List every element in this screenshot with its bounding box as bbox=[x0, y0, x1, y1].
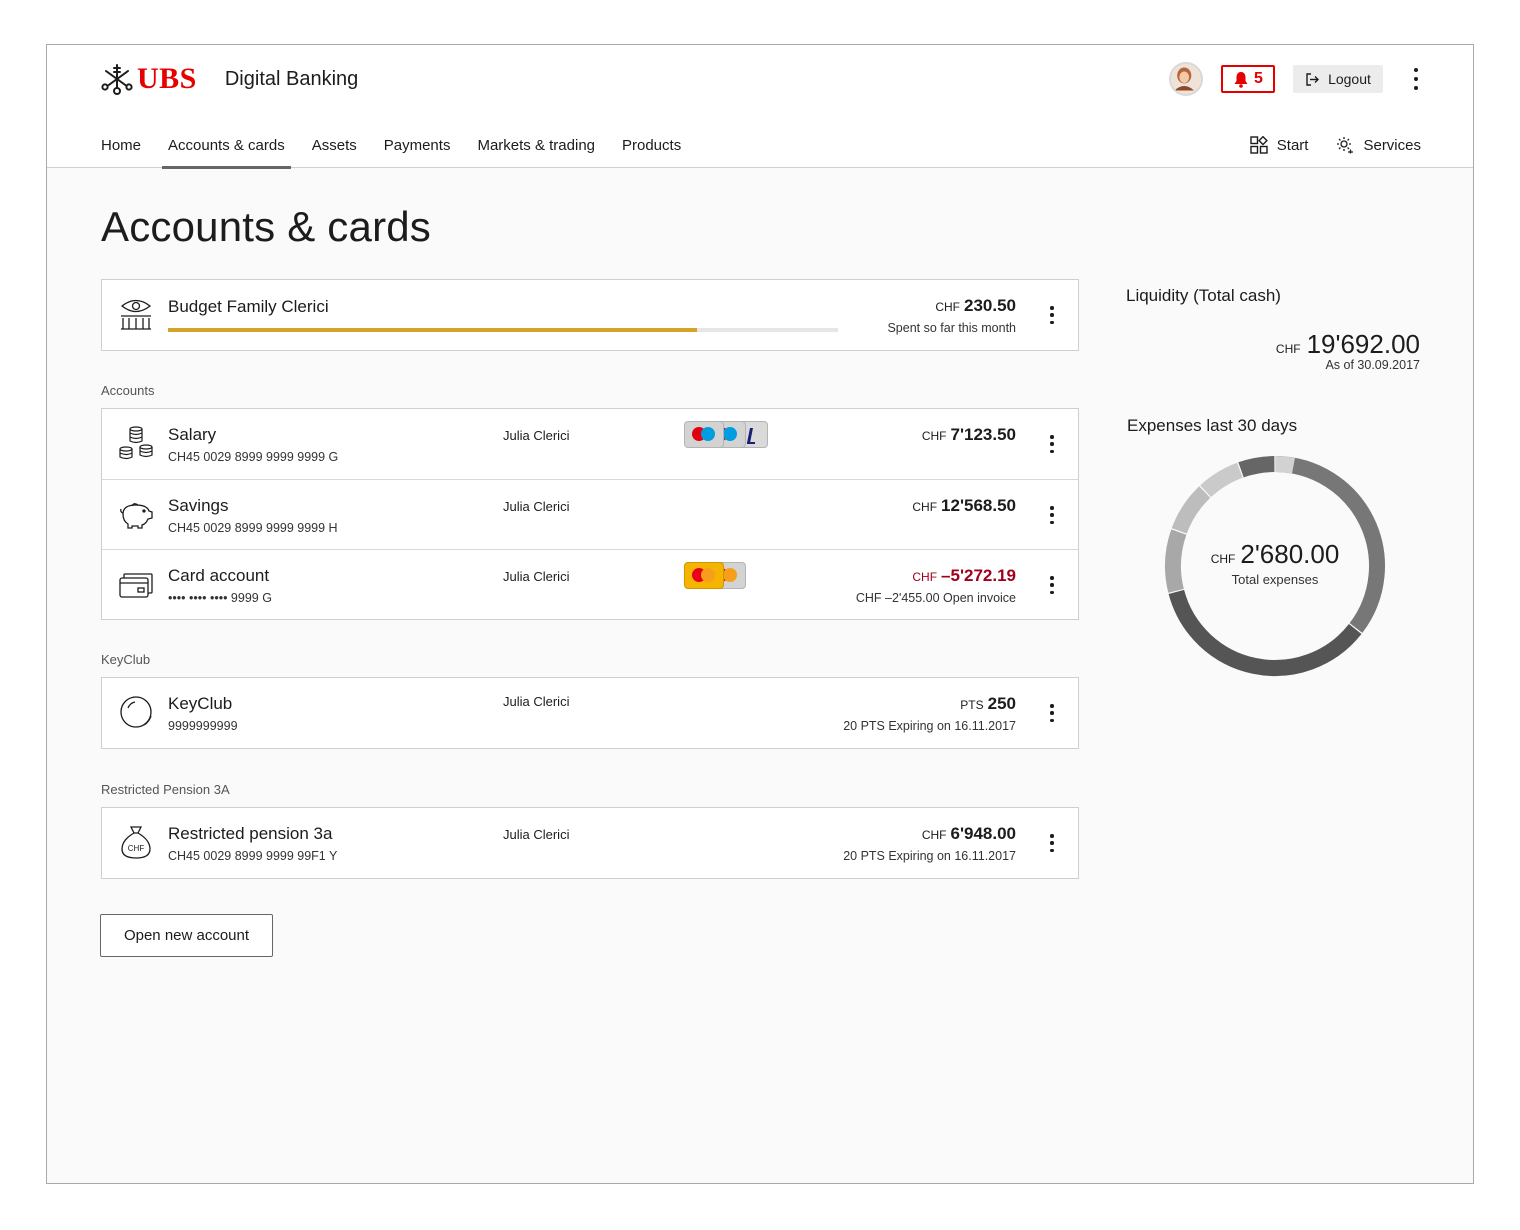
account-iban: CH45 0029 8999 9999 9999 H bbox=[168, 521, 338, 535]
header-actions: 5 Logout bbox=[1169, 61, 1423, 97]
services-link[interactable]: Services bbox=[1336, 133, 1421, 154]
more-menu-button[interactable] bbox=[1409, 67, 1423, 91]
account-row-savings[interactable]: Savings CH45 0029 8999 9999 9999 H Julia… bbox=[102, 479, 1078, 549]
maestro-card-icon bbox=[684, 421, 724, 448]
pension-balance: CHF 6'948.00 bbox=[921, 824, 1016, 843]
dot-icon bbox=[1414, 86, 1418, 90]
donut-center: CHF 2'680.00 Total expenses bbox=[1164, 455, 1386, 677]
account-menu-button[interactable] bbox=[1048, 576, 1056, 594]
accounts-card: Salary CH45 0029 8999 9999 9999 G Julia … bbox=[101, 408, 1079, 620]
header: UBS Digital Banking 5 Logout Home Accoun… bbox=[47, 45, 1473, 169]
logout-label: Logout bbox=[1328, 71, 1371, 87]
pension-note: 20 PTS Expiring on 16.11.2017 bbox=[843, 849, 1016, 863]
services-gear-icon bbox=[1337, 137, 1354, 154]
account-title: Card account bbox=[168, 566, 270, 585]
keyclub-card: KeyClub 9999999999 Julia Clerici PTS 250 … bbox=[101, 677, 1079, 749]
bell-icon bbox=[1234, 71, 1248, 88]
nav-home[interactable]: Home bbox=[101, 133, 141, 168]
expenses-title: Expenses last 30 days bbox=[1127, 416, 1298, 435]
account-balance: CHF 7'123.50 bbox=[921, 425, 1016, 444]
account-owner: Julia Clerici bbox=[503, 569, 570, 584]
account-menu-button[interactable] bbox=[1048, 435, 1056, 453]
avatar[interactable] bbox=[1169, 62, 1203, 96]
keyclub-title: KeyClub bbox=[168, 694, 233, 713]
account-owner: Julia Clerici bbox=[503, 499, 570, 514]
dot-icon bbox=[1414, 77, 1418, 81]
ubs-logo-text: UBS bbox=[137, 62, 197, 95]
nav-right: Start Services bbox=[1222, 133, 1421, 163]
app-name: Digital Banking bbox=[224, 67, 359, 90]
main-nav: Home Accounts & cards Assets Payments Ma… bbox=[101, 133, 708, 169]
budget-title: Budget Family Clerici bbox=[168, 297, 329, 316]
start-link[interactable]: Start bbox=[1250, 133, 1309, 154]
app-window: UBS Digital Banking 5 Logout Home Accoun… bbox=[46, 44, 1474, 1184]
nav-markets-trading[interactable]: Markets & trading bbox=[477, 133, 595, 168]
start-label: Start bbox=[1276, 136, 1309, 154]
pension-title: Restricted pension 3a bbox=[168, 824, 333, 843]
keyclub-owner: Julia Clerici bbox=[503, 694, 570, 709]
account-row-salary[interactable]: Salary CH45 0029 8999 9999 9999 G Julia … bbox=[102, 409, 1078, 479]
budget-eye-icon bbox=[120, 299, 152, 330]
pension-iban: CH45 0029 8999 9999 99F1 Y bbox=[168, 849, 338, 863]
cards-icon bbox=[119, 573, 153, 598]
account-iban: CH45 0029 8999 9999 9999 G bbox=[168, 450, 339, 464]
budget-note: Spent so far this month bbox=[887, 321, 1016, 335]
budget-menu-button[interactable] bbox=[1048, 306, 1056, 324]
ubs-keys-logo-icon bbox=[101, 64, 133, 95]
keyclub-number: 9999999999 bbox=[168, 719, 238, 733]
section-label-keyclub: KeyClub bbox=[101, 652, 151, 667]
dot-icon bbox=[1414, 68, 1418, 72]
nav-payments[interactable]: Payments bbox=[384, 133, 451, 168]
total-expenses-amount: CHF 2'680.00 bbox=[1210, 539, 1340, 569]
nav-products[interactable]: Products bbox=[622, 133, 681, 168]
keyclub-points: PTS 250 bbox=[960, 694, 1016, 713]
account-owner: Julia Clerici bbox=[503, 428, 570, 443]
logout-button[interactable]: Logout bbox=[1293, 65, 1383, 93]
budget-progress-fill bbox=[168, 328, 698, 332]
brand[interactable]: UBS Digital Banking bbox=[101, 61, 358, 97]
page-title: Accounts & cards bbox=[101, 203, 432, 250]
account-balance-negative: CHF –5'272.19 bbox=[912, 566, 1016, 585]
keyclub-menu-button[interactable] bbox=[1048, 704, 1056, 722]
notifications-button[interactable]: 5 bbox=[1221, 65, 1275, 93]
nav-accounts-cards[interactable]: Accounts & cards bbox=[162, 133, 291, 169]
pension-owner: Julia Clerici bbox=[503, 827, 570, 842]
bag-currency-label: CHF bbox=[128, 844, 145, 853]
start-grid-icon bbox=[1250, 136, 1268, 154]
section-label-pension: Restricted Pension 3A bbox=[101, 782, 230, 797]
money-bag-icon: CHF bbox=[121, 826, 151, 859]
total-expenses-label: Total expenses bbox=[1231, 572, 1319, 587]
keyclub-icon bbox=[120, 696, 152, 728]
account-balance: CHF 12'568.50 bbox=[912, 496, 1016, 515]
notification-count: 5 bbox=[1254, 70, 1263, 87]
coins-icon bbox=[119, 426, 153, 460]
budget-card[interactable]: Budget Family Clerici CHF 230.50 Spent so… bbox=[101, 279, 1079, 351]
account-title: Savings bbox=[168, 496, 229, 515]
budget-row[interactable]: Budget Family Clerici CHF 230.50 Spent so… bbox=[102, 280, 1078, 350]
mastercard-card-icon bbox=[684, 562, 724, 589]
section-label-accounts: Accounts bbox=[101, 383, 155, 398]
liquidity-amount: CHF 19'692.00 bbox=[1275, 329, 1420, 359]
logout-icon bbox=[1306, 72, 1320, 86]
user-photo-icon bbox=[1171, 64, 1198, 91]
liquidity-date: As of 30.09.2017 bbox=[1325, 358, 1420, 372]
open-invoice-note: CHF –2'455.00 Open invoice bbox=[855, 591, 1016, 605]
account-menu-button[interactable] bbox=[1048, 506, 1056, 524]
budget-amount: CHF 230.50 bbox=[935, 296, 1016, 315]
open-new-account-button[interactable]: Open new account bbox=[100, 914, 273, 957]
budget-progress-bar bbox=[168, 328, 838, 332]
pension-menu-button[interactable] bbox=[1048, 834, 1056, 852]
expenses-donut[interactable]: CHF 2'680.00 Total expenses bbox=[1164, 455, 1386, 677]
services-label: Services bbox=[1363, 136, 1421, 154]
nav-assets[interactable]: Assets bbox=[312, 133, 357, 168]
pension-card: CHF Restricted pension 3a CH45 0029 8999… bbox=[101, 807, 1079, 879]
liquidity-title: Liquidity (Total cash) bbox=[1126, 286, 1281, 305]
pension-row[interactable]: CHF Restricted pension 3a CH45 0029 8999… bbox=[102, 808, 1078, 878]
card-number-masked: •••• •••• •••• 9999 G bbox=[168, 591, 272, 605]
piggy-bank-icon bbox=[120, 503, 153, 529]
account-row-card[interactable]: Card account •••• •••• •••• 9999 G Julia… bbox=[102, 549, 1078, 619]
keyclub-expiry-note: 20 PTS Expiring on 16.11.2017 bbox=[843, 719, 1016, 733]
keyclub-row[interactable]: KeyClub 9999999999 Julia Clerici PTS 250 … bbox=[102, 678, 1078, 748]
account-title: Salary bbox=[168, 425, 217, 444]
